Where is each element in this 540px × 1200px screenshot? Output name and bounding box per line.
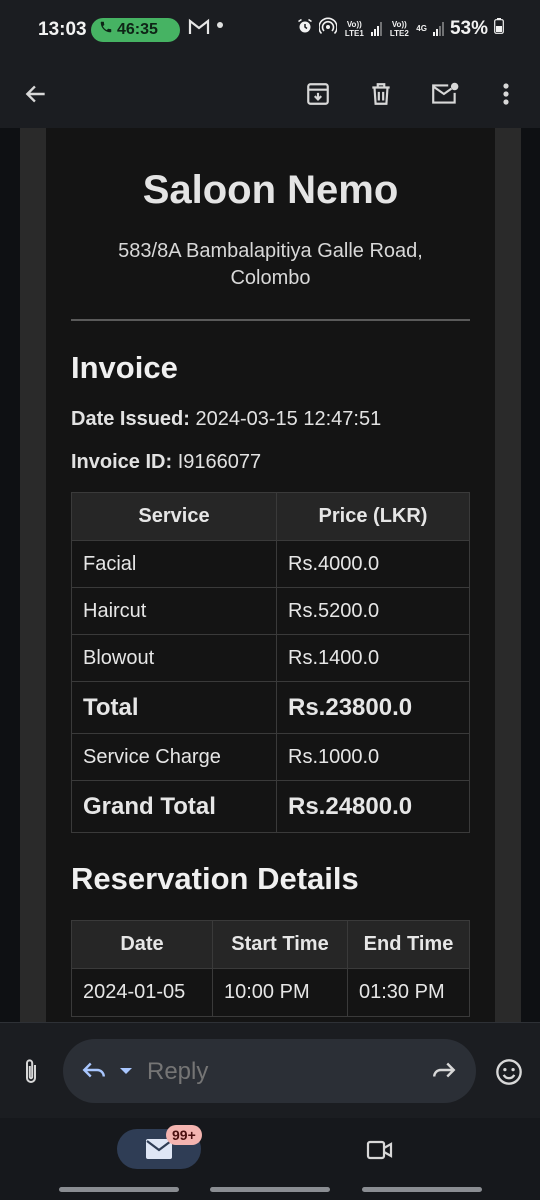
mark-unread-button[interactable] bbox=[421, 70, 469, 118]
service-name: Facial bbox=[71, 540, 277, 588]
invoice-card: Saloon Nemo 583/8A Bambalapitiya Galle R… bbox=[46, 128, 495, 1022]
service-price: Rs.5200.0 bbox=[276, 587, 470, 635]
table-row: Haircut Rs.5200.0 bbox=[71, 587, 470, 635]
grand-total-value: Rs.24800.0 bbox=[276, 780, 470, 833]
services-table: Service Price (LKR) Facial Rs.4000.0 Hai… bbox=[71, 492, 470, 833]
total-value: Rs.23800.0 bbox=[276, 681, 470, 734]
invoice-id-label: Invoice ID: bbox=[71, 451, 173, 473]
gmail-notification-icon bbox=[188, 18, 210, 41]
column-header: Date bbox=[71, 920, 213, 969]
address-line: Colombo bbox=[230, 267, 311, 289]
more-options-button[interactable] bbox=[482, 70, 530, 118]
forward-icon[interactable] bbox=[430, 1057, 458, 1088]
invoice-id: Invoice ID: I9166077 bbox=[71, 451, 261, 474]
grand-total-label: Grand Total bbox=[71, 780, 277, 833]
reply-icon[interactable] bbox=[81, 1057, 107, 1088]
service-charge-row: Service Charge Rs.1000.0 bbox=[71, 733, 470, 781]
invoice-id-value: I9166077 bbox=[177, 451, 262, 473]
status-icons: Vo)) LTE1 Vo)) LTE2 4G 53% bbox=[297, 17, 504, 40]
grand-total-row: Grand Total Rs.24800.0 bbox=[71, 780, 470, 833]
attachment-icon bbox=[26, 1059, 36, 1083]
reply-bar bbox=[0, 1022, 540, 1118]
chevron-down-icon[interactable] bbox=[119, 1063, 133, 1081]
notification-dot-icon bbox=[217, 22, 223, 28]
service-charge-value: Rs.1000.0 bbox=[276, 733, 470, 781]
reservation-title: Reservation Details bbox=[71, 861, 359, 896]
mark-unread-icon bbox=[432, 82, 459, 104]
total-row: Total Rs.23800.0 bbox=[71, 681, 470, 734]
emoji-icon bbox=[496, 1059, 522, 1085]
more-vert-icon bbox=[503, 83, 509, 105]
lte2-indicator: Vo)) LTE2 bbox=[389, 19, 409, 38]
email-side-margin bbox=[20, 128, 46, 1022]
email-body[interactable]: Saloon Nemo 583/8A Bambalapitiya Galle R… bbox=[0, 128, 540, 1022]
date-issued: Date Issued: 2024-03-15 12:47:51 bbox=[71, 408, 381, 431]
signal-1-icon bbox=[371, 21, 383, 36]
total-label: Total bbox=[71, 681, 277, 734]
service-charge-label: Service Charge bbox=[71, 733, 277, 781]
app-bar bbox=[0, 60, 540, 128]
column-header: Start Time bbox=[212, 920, 348, 969]
reservation-start: 10:00 PM bbox=[212, 968, 348, 1017]
reservation-table: Date Start Time End Time 2024-01-05 10:0… bbox=[71, 920, 470, 1017]
service-name: Haircut bbox=[71, 587, 277, 635]
service-name: Blowout bbox=[71, 634, 277, 682]
salon-address: 583/8A Bambalapitiya Galle Road, Colombo bbox=[76, 238, 465, 292]
address-line: 583/8A Bambalapitiya Galle Road, bbox=[118, 240, 423, 262]
battery-icon bbox=[494, 18, 504, 39]
gesture-bar bbox=[210, 1187, 330, 1192]
gesture-bar bbox=[59, 1187, 179, 1192]
unread-badge: 99+ bbox=[166, 1125, 202, 1145]
hotspot-icon bbox=[318, 17, 339, 40]
attach-button[interactable] bbox=[12, 1053, 50, 1091]
column-header: End Time bbox=[347, 920, 470, 969]
phone-icon bbox=[99, 18, 113, 42]
reservation-end: 01:30 PM bbox=[347, 968, 470, 1017]
gesture-bar bbox=[362, 1187, 482, 1192]
meet-tab[interactable] bbox=[360, 1134, 400, 1166]
status-bar: 13:03 46:35 Vo)) LTE1 Vo)) LTE2 4G 53% bbox=[0, 0, 540, 60]
table-row: Blowout Rs.1400.0 bbox=[71, 634, 470, 682]
date-issued-label: Date Issued: bbox=[71, 408, 190, 430]
network-type: 4G bbox=[416, 24, 427, 33]
video-camera-icon bbox=[366, 1140, 393, 1160]
email-side-margin bbox=[495, 128, 521, 1022]
lte1-indicator: Vo)) LTE1 bbox=[344, 19, 364, 38]
call-timer-pill[interactable]: 46:35 bbox=[91, 18, 180, 42]
service-price: Rs.1400.0 bbox=[276, 634, 470, 682]
table-row: 2024-01-05 10:00 PM 01:30 PM bbox=[71, 968, 470, 1017]
battery-percent: 53% bbox=[449, 17, 488, 39]
alarm-icon bbox=[297, 18, 313, 39]
delete-button[interactable] bbox=[357, 70, 405, 118]
call-timer: 46:35 bbox=[117, 21, 158, 38]
service-price: Rs.4000.0 bbox=[276, 540, 470, 588]
status-time: 13:03 bbox=[38, 19, 87, 40]
delete-icon bbox=[372, 83, 390, 105]
emoji-button[interactable] bbox=[490, 1053, 528, 1091]
back-arrow-icon bbox=[25, 85, 45, 103]
column-header: Service bbox=[71, 492, 277, 541]
column-header: Price (LKR) bbox=[276, 492, 470, 541]
table-header-row: Service Price (LKR) bbox=[71, 492, 470, 541]
reply-input[interactable] bbox=[147, 1058, 407, 1086]
table-header-row: Date Start Time End Time bbox=[71, 920, 470, 969]
divider bbox=[71, 319, 470, 321]
salon-name: Saloon Nemo bbox=[142, 168, 399, 212]
archive-button[interactable] bbox=[294, 70, 342, 118]
reply-field[interactable] bbox=[63, 1039, 476, 1103]
back-button[interactable] bbox=[12, 70, 60, 118]
signal-2-icon bbox=[432, 21, 444, 36]
table-row: Facial Rs.4000.0 bbox=[71, 540, 470, 588]
reservation-date: 2024-01-05 bbox=[71, 968, 213, 1017]
archive-icon bbox=[307, 83, 329, 105]
date-issued-value: 2024-03-15 12:47:51 bbox=[195, 408, 382, 430]
invoice-title: Invoice bbox=[71, 350, 178, 385]
